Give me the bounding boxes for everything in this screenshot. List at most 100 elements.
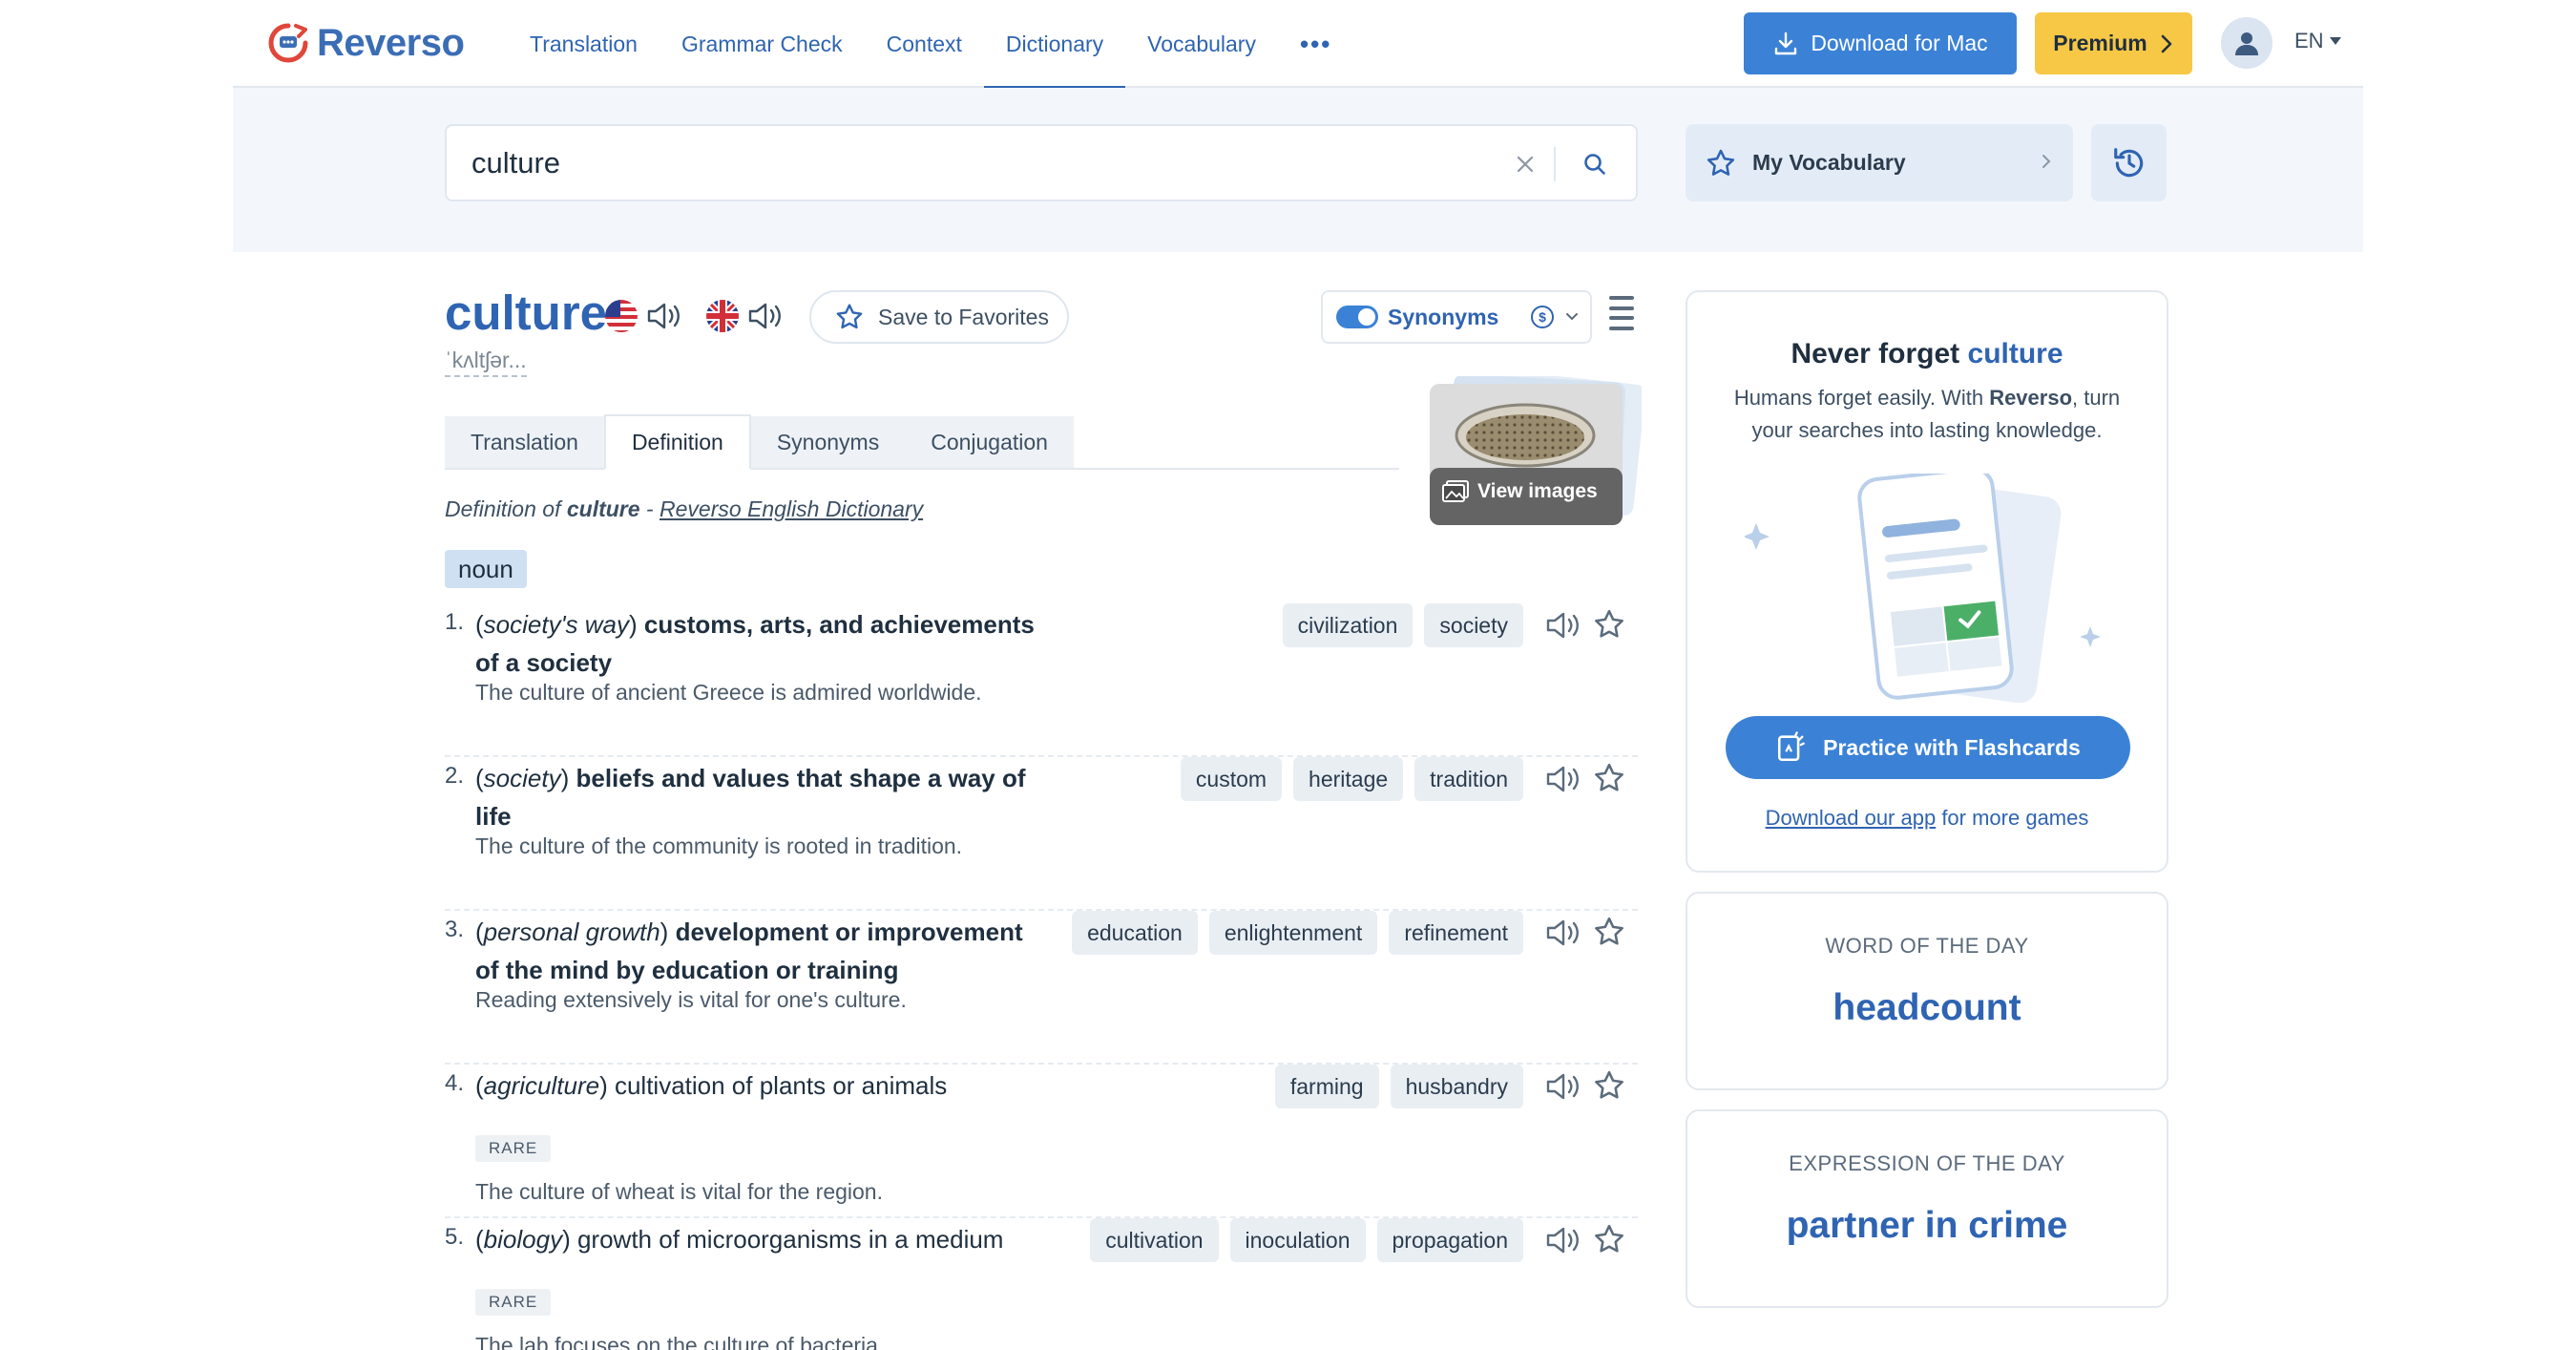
nav-vocabulary[interactable]: Vocabulary	[1125, 0, 1278, 88]
synonym-chip[interactable]: refinement	[1389, 911, 1523, 955]
synonym-chip[interactable]: society	[1424, 603, 1523, 647]
speaker-icon[interactable]	[1544, 609, 1582, 646]
sense-row: 3. (personal growth) development or impro…	[445, 911, 1638, 1065]
promo-title-word: culture	[1967, 338, 2063, 369]
def-source-prefix: Definition of	[445, 496, 561, 521]
star-icon	[1707, 149, 1735, 176]
clear-search-icon[interactable]	[1506, 145, 1544, 183]
expression-of-the-day-card[interactable]: EXPRESSION OF THE DAY partner in crime	[1686, 1109, 2168, 1308]
star-icon[interactable]	[1592, 1068, 1626, 1107]
tab-conjugation[interactable]: Conjugation	[905, 416, 1074, 468]
reverso-logo[interactable]: Reverso	[267, 19, 465, 67]
sense-number: 1.	[445, 609, 465, 635]
chevron-right-icon	[2161, 34, 2172, 53]
sense-number: 2.	[445, 763, 465, 789]
synonym-chip[interactable]: enlightenment	[1208, 911, 1378, 955]
synonym-chip[interactable]: husbandry	[1390, 1065, 1523, 1108]
images-icon	[1442, 480, 1469, 502]
synonym-chip[interactable]: civilization	[1282, 603, 1414, 647]
expression-of-the-day[interactable]: partner in crime	[1687, 1205, 2167, 1247]
view-images-card[interactable]: View images	[1413, 368, 1645, 527]
synonym-chip[interactable]: tradition	[1414, 757, 1523, 801]
synonyms-toggle[interactable]	[1336, 306, 1378, 328]
synonym-chip[interactable]: inoculation	[1229, 1218, 1366, 1262]
sense-gloss: (society's way) customs, arts, and achie…	[475, 610, 1035, 677]
history-icon	[2113, 147, 2143, 177]
us-flag-icon[interactable]	[605, 300, 638, 332]
sense-example: The culture of the community is rooted i…	[475, 833, 963, 858]
search-icon[interactable]	[1575, 145, 1615, 183]
search-divider	[1554, 147, 1556, 181]
synonym-chip[interactable]: propagation	[1376, 1218, 1523, 1262]
sense-row: 5. (biology) growth of microorganisms in …	[445, 1218, 1638, 1350]
speaker-icon[interactable]	[1544, 917, 1582, 954]
tab-synonyms[interactable]: Synonyms	[750, 416, 906, 468]
save-to-favorites-button[interactable]: Save to Favorites	[809, 290, 1069, 344]
tab-translation[interactable]: Translation	[445, 416, 604, 468]
caret-down-icon	[2329, 37, 2341, 45]
nav-context[interactable]: Context	[865, 0, 984, 88]
rare-badge: RARE	[475, 1289, 552, 1316]
word-of-the-day[interactable]: headcount	[1687, 987, 2167, 1029]
practice-flashcards-button[interactable]: Practice with Flashcards	[1726, 716, 2130, 779]
tab-definition[interactable]: Definition	[603, 414, 751, 470]
sense-domain: society's way	[483, 610, 630, 639]
premium-button[interactable]: Premium	[2035, 12, 2192, 74]
star-icon[interactable]	[1592, 607, 1626, 646]
headword: culture	[445, 285, 608, 340]
speaker-icon[interactable]	[1544, 1224, 1582, 1261]
promo-body: Humans forget easily. With Reverso, turn…	[1716, 382, 2138, 447]
menu-icon[interactable]	[1609, 296, 1634, 330]
entry-tabs: Translation Definition Synonyms Conjugat…	[445, 414, 1399, 470]
synonym-chip[interactable]: farming	[1274, 1065, 1379, 1108]
synonyms-control[interactable]: Synonyms $	[1321, 290, 1592, 344]
synonyms-toggle-label: Synonyms	[1388, 304, 1499, 329]
download-label: Download for Mac	[1811, 31, 1988, 55]
star-icon[interactable]	[1592, 915, 1626, 954]
speaker-us-icon[interactable]	[645, 300, 683, 332]
synonym-chip[interactable]: cultivation	[1090, 1218, 1219, 1262]
my-vocabulary-button[interactable]: My Vocabulary	[1686, 124, 2073, 201]
star-icon[interactable]	[1592, 761, 1626, 800]
search-box	[445, 124, 1638, 201]
speaker-icon[interactable]	[1544, 1070, 1582, 1107]
nav-dictionary[interactable]: Dictionary	[983, 0, 1126, 90]
uk-flag-icon[interactable]	[706, 300, 739, 332]
sense-number: 3.	[445, 917, 465, 942]
promo-body-1: Humans forget easily. With	[1733, 386, 1984, 410]
sense-number: 4.	[445, 1070, 465, 1096]
word-of-the-day-card[interactable]: WORD OF THE DAY headcount	[1686, 892, 2168, 1090]
language-selector[interactable]: EN	[2294, 29, 2341, 53]
nav-translation[interactable]: Translation	[508, 0, 660, 88]
nav-grammar-check[interactable]: Grammar Check	[660, 0, 865, 88]
sense-example: Reading extensively is vital for one's c…	[475, 987, 907, 1012]
reverso-logo-icon	[268, 23, 308, 63]
dictionary-source-link[interactable]: Reverso English Dictionary	[660, 496, 923, 521]
promo-title: Never forget culture	[1687, 338, 2167, 370]
save-to-favorites-label: Save to Favorites	[878, 304, 1049, 329]
more-menu-icon[interactable]: •••	[1278, 0, 1353, 88]
synonym-chip[interactable]: education	[1072, 911, 1198, 955]
sense-example: The lab focuses on the culture of bacter…	[475, 1333, 885, 1350]
sense-gloss: (biology) growth of microorganisms in a …	[475, 1225, 1004, 1254]
synonym-chip[interactable]: heritage	[1293, 757, 1404, 801]
currency-badge-icon: $	[1531, 306, 1555, 328]
download-for-mac-button[interactable]: Download for Mac	[1744, 12, 2017, 74]
definition-source: Definition of culture - Reverso English …	[445, 496, 923, 522]
download-app-suffix: for more games	[1936, 806, 2089, 830]
synonym-chips: cultivation inoculation propagation	[1090, 1218, 1523, 1262]
download-app-text: Download our app for more games	[1687, 806, 2167, 831]
speaker-icon[interactable]	[1544, 763, 1582, 800]
sense-domain: personal growth	[483, 918, 660, 946]
synonym-chip[interactable]: custom	[1180, 757, 1283, 801]
star-icon[interactable]	[1592, 1222, 1626, 1261]
history-button[interactable]	[2091, 124, 2167, 201]
user-avatar[interactable]	[2221, 17, 2272, 69]
sense-example: The culture of ancient Greece is admired…	[475, 680, 982, 705]
pronunciation[interactable]: ˈkʌltʃər...	[445, 348, 527, 377]
download-app-link[interactable]: Download our app	[1766, 806, 1937, 830]
premium-label: Premium	[2053, 31, 2147, 55]
search-input[interactable]	[471, 141, 1426, 185]
speaker-uk-icon[interactable]	[746, 300, 785, 332]
word-of-the-day-label: WORD OF THE DAY	[1825, 934, 2029, 958]
